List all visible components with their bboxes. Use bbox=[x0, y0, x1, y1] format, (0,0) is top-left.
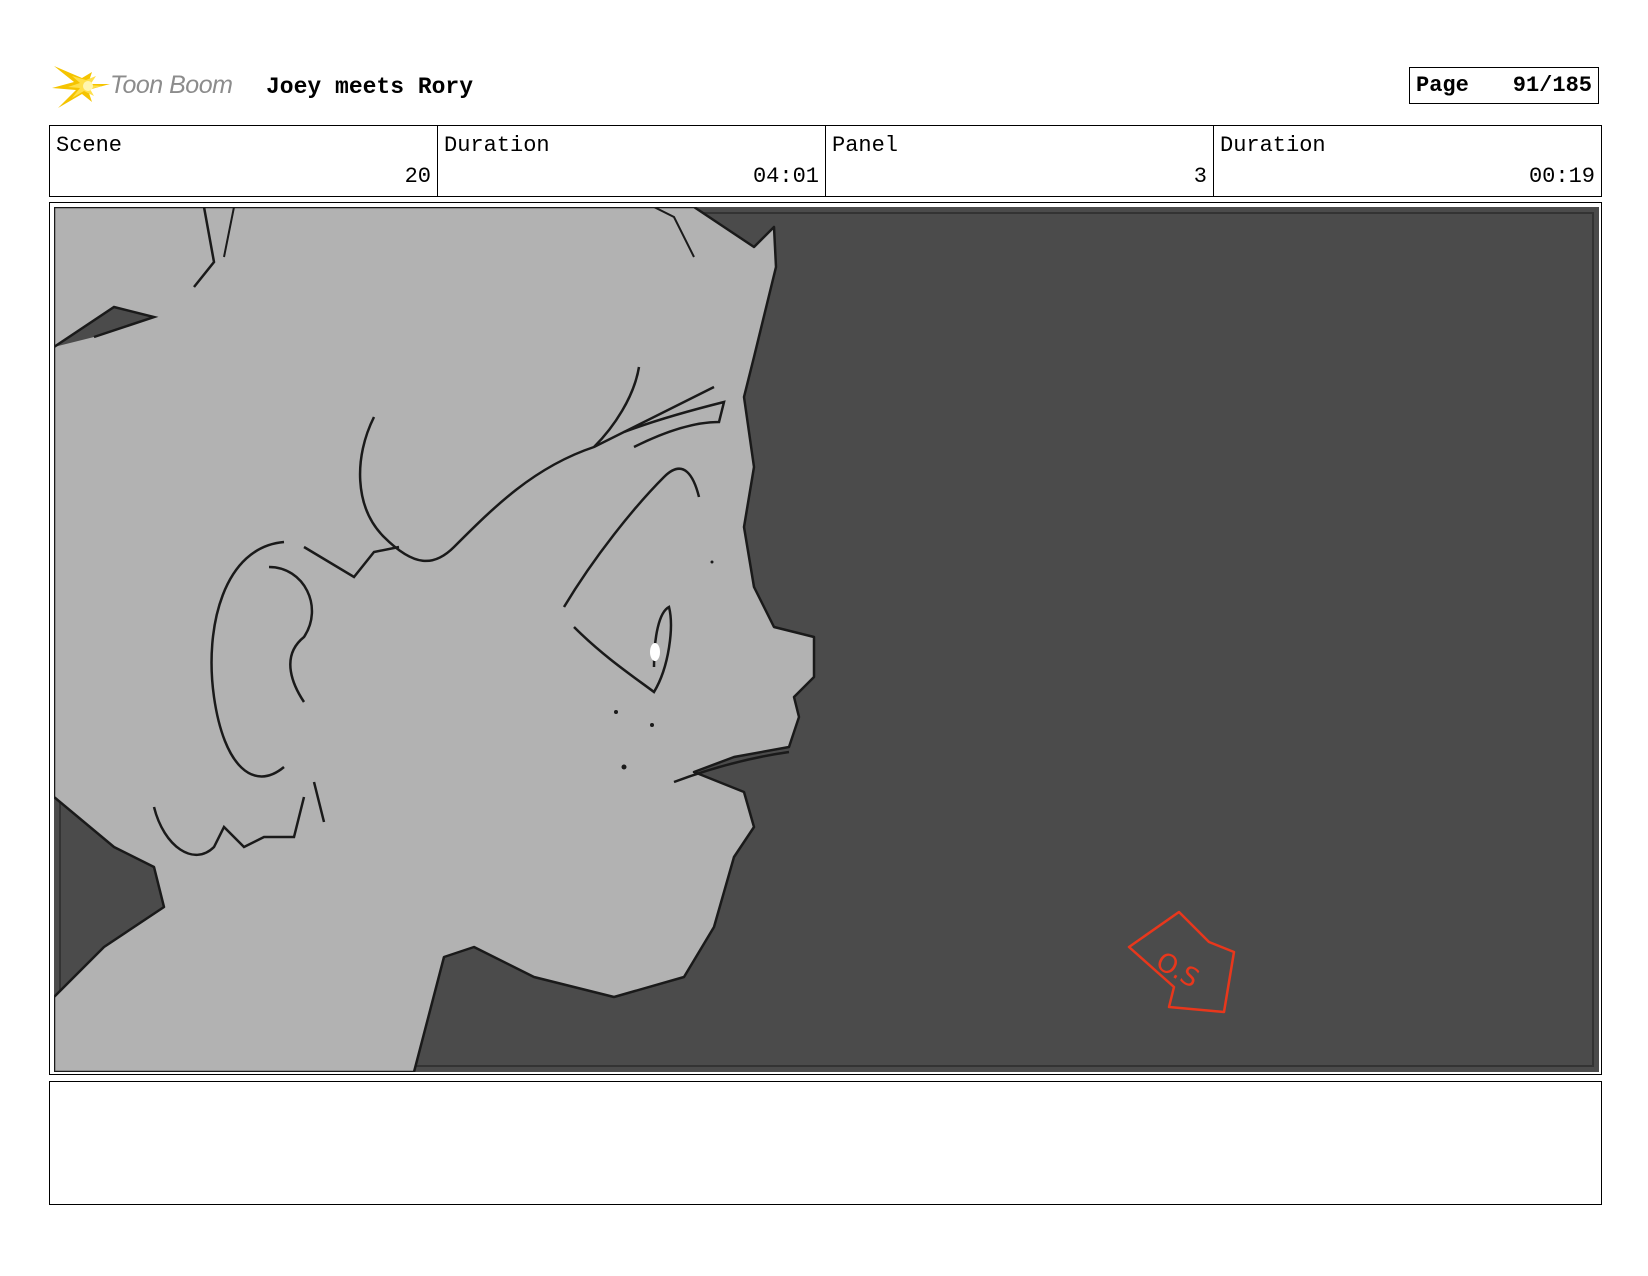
character-silhouette bbox=[54, 207, 816, 1072]
page-number: 91/185 bbox=[1512, 73, 1592, 98]
notes-box bbox=[49, 1081, 1602, 1205]
panel-label: Panel bbox=[832, 133, 899, 158]
panel-value: 3 bbox=[1193, 164, 1207, 189]
page-label: Page bbox=[1416, 73, 1469, 98]
toon-boom-burst-icon bbox=[52, 66, 110, 108]
scene-info-table: Scene 20 Duration 04:01 Panel 3 Duration… bbox=[49, 125, 1602, 197]
panel-drawing: O.S bbox=[54, 207, 1599, 1072]
scene-duration-label: Duration bbox=[444, 133, 550, 158]
scene-duration-value: 04:01 bbox=[752, 164, 819, 189]
panel-cell: Panel 3 bbox=[826, 126, 1214, 196]
logo-wordmark: Toon Boom bbox=[110, 71, 233, 99]
toon-boom-logo: Toon Boom bbox=[52, 58, 248, 112]
scene-duration-cell: Duration 04:01 bbox=[438, 126, 826, 196]
panel-duration-label: Duration bbox=[1220, 133, 1326, 158]
scene-value: 20 bbox=[404, 164, 431, 189]
scene-cell: Scene 20 bbox=[50, 126, 438, 196]
panel-duration-cell: Duration 00:19 bbox=[1214, 126, 1601, 196]
scene-label: Scene bbox=[56, 133, 123, 158]
storyboard-panel: O.S bbox=[49, 202, 1602, 1075]
document-title: Joey meets Rory bbox=[266, 74, 474, 100]
page-indicator: Page 91/185 bbox=[1409, 67, 1599, 104]
panel-duration-value: 00:19 bbox=[1528, 164, 1595, 189]
